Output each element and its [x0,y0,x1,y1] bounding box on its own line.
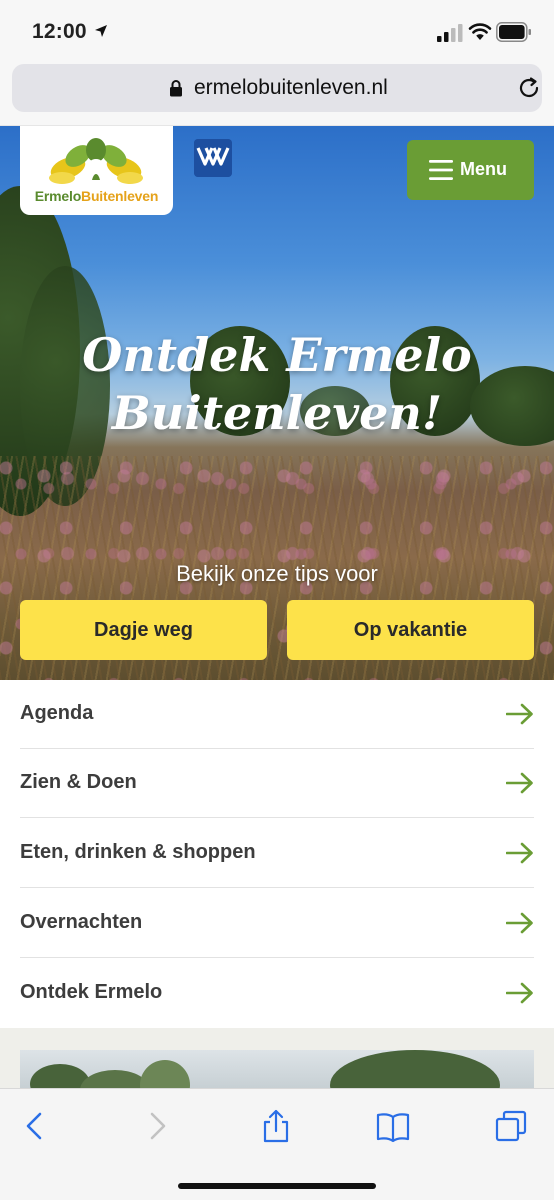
op-vakantie-button[interactable]: Op vakantie [287,600,534,660]
image-tree [330,1050,500,1088]
hero-title-line-2: Buitenleven! [111,386,443,440]
hero-title: Ontdek Ermelo Buitenleven! [0,326,554,442]
address-bar[interactable]: ermelobuitenleven.nl [12,64,542,112]
arrow-right-icon [506,912,533,934]
arrow-right-icon [506,842,533,864]
nav-item-ontdek-ermelo[interactable]: Ontdek Ermelo [20,959,534,1028]
browser-address-area: ermelobuitenleven.nl [0,64,554,126]
image-tree [140,1060,190,1088]
logo-word-ermelo: Ermelo [34,188,82,204]
wifi-icon [468,23,492,40]
hero-subtitle: Bekijk onze tips voor [176,561,378,586]
nav-item-label: Zien & Doen [20,771,137,793]
forward-icon[interactable] [140,1109,174,1143]
vvv-logo-icon[interactable] [194,139,232,177]
logo-flower-icon [49,138,143,184]
share-icon[interactable] [259,1109,293,1143]
location-arrow-icon [95,25,107,37]
nav-item-eten-drinken-shoppen[interactable]: Eten, drinken & shoppen [20,819,534,888]
hero-title-line-1: Ontdek Ermelo [82,328,472,382]
dagje-weg-button[interactable]: Dagje weg [20,600,267,660]
url-text[interactable]: ermelobuitenleven.nl [194,76,388,100]
logo-word-buitenleven: Buitenleven [81,188,159,204]
nav-item-label: Eten, drinken & shoppen [20,841,256,863]
menu-button[interactable]: Menu [407,140,534,200]
battery-icon [496,22,531,42]
signal-icon [437,24,463,42]
hamburger-icon [429,160,453,180]
nav-item-label: Overnachten [20,911,143,933]
lock-icon [170,80,182,97]
nav-item-label: Agenda [20,702,94,724]
browser-toolbar [0,1088,554,1200]
tabs-icon[interactable] [494,1109,528,1143]
nav-item-agenda[interactable]: Agenda [20,680,534,749]
status-bar: 12:00 [0,0,554,64]
content-image[interactable] [20,1050,534,1088]
arrow-right-icon [506,772,533,794]
site-logo[interactable]: ErmeloBuitenleven [20,126,173,215]
arrow-right-icon [506,703,533,725]
reload-icon[interactable] [517,76,541,100]
nav-item-overnachten[interactable]: Overnachten [20,889,534,958]
nav-list: Agenda Zien & Doen Eten, drinken & shopp… [0,680,554,1028]
content-section [0,1028,554,1088]
status-time: 12:00 [32,20,87,43]
menu-label: Menu [460,159,507,179]
bookmarks-icon[interactable] [376,1109,410,1143]
logo-text: ErmeloBuitenleven [20,188,173,204]
arrow-right-icon [506,982,533,1004]
back-icon[interactable] [18,1109,52,1143]
home-indicator [178,1183,376,1189]
nav-item-zien-doen[interactable]: Zien & Doen [20,749,534,818]
nav-item-label: Ontdek Ermelo [20,981,163,1003]
hero-banner: ErmeloBuitenleven Menu Ontdek Ermelo Bui… [0,126,554,680]
